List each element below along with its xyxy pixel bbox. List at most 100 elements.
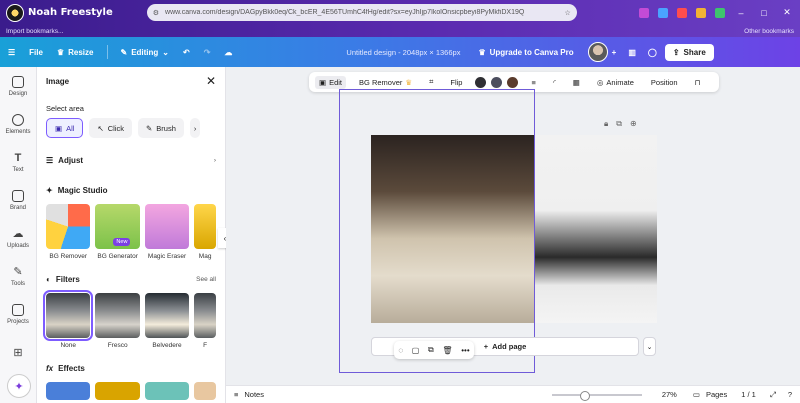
share-label: Share <box>683 47 706 57</box>
close-window-icon[interactable]: ✕ <box>780 7 794 18</box>
redo-button[interactable]: ↷ <box>204 48 211 57</box>
rail-item-apps[interactable]: ⊞ <box>0 333 36 371</box>
menu-icon[interactable]: ☰ <box>8 48 15 57</box>
magic-more-tool[interactable] <box>194 204 216 249</box>
bg-remover-button[interactable]: BG Remover ♛ <box>355 76 416 89</box>
delete-icon[interactable]: 🗑︎ <box>442 346 452 355</box>
editing-mode-button[interactable]: ✎ Editing ⌄ <box>120 48 169 57</box>
comments-icon[interactable]: ◯ <box>648 48 657 57</box>
rail-item-tools[interactable]: ✎ Tools <box>0 257 36 295</box>
photo-woman[interactable] <box>534 135 657 323</box>
bg-remover-tool[interactable] <box>46 204 91 249</box>
bg-generator-tool[interactable]: New <box>95 204 140 249</box>
rail-item-design[interactable]: Design <box>0 67 36 105</box>
select-brush-chip[interactable]: ✎ Brush <box>137 118 184 138</box>
add-page-icon[interactable]: ⊕ <box>630 119 637 129</box>
crown-icon: ♛ <box>478 47 486 57</box>
filter-belvedere[interactable] <box>144 293 190 338</box>
effect-thumb[interactable] <box>194 382 216 400</box>
site-info-icon[interactable]: ⚙ <box>153 9 159 17</box>
extension-icon[interactable] <box>639 7 649 18</box>
add-page-options[interactable]: ⌄ <box>643 337 656 356</box>
help-icon[interactable]: ? <box>788 390 792 399</box>
design-title[interactable]: Untitled design - 2048px × 1366px <box>346 48 460 57</box>
panel-title: Image <box>46 76 70 86</box>
see-all-link[interactable]: See all <box>196 276 216 283</box>
fullscreen-icon[interactable]: ⤢ <box>770 390 776 400</box>
rail-item-projects[interactable]: Projects <box>0 295 36 333</box>
magic-eraser-tool[interactable] <box>144 204 190 249</box>
zoom-level[interactable]: 27% <box>662 390 677 399</box>
checker-icon: ▦ <box>572 77 580 87</box>
more-icon[interactable]: ••• <box>461 346 469 355</box>
animate-button[interactable]: ◎ Animate <box>593 76 638 89</box>
flip-button[interactable]: Flip <box>446 76 466 89</box>
lock-icon[interactable]: 🔒︎ <box>604 119 608 129</box>
filter-more[interactable] <box>194 293 216 338</box>
effect-thumb[interactable] <box>95 382 140 400</box>
profile-logo-icon <box>6 3 24 22</box>
filter-fresco[interactable] <box>95 293 140 338</box>
extension-icon[interactable] <box>677 7 687 18</box>
bookmark-star-icon[interactable]: ☆ <box>564 9 570 17</box>
rail-label: Brand <box>9 204 26 211</box>
paint-format-button[interactable]: ⊓ <box>691 76 705 89</box>
cloud-save-icon[interactable]: ☁ <box>224 48 232 57</box>
zoom-slider[interactable] <box>551 390 642 401</box>
address-bar[interactable]: ⚙ www.canva.com/design/DAGpyBkk0eq/Ck_bc… <box>146 4 577 21</box>
rail-item-uploads[interactable]: ☁ Uploads <box>0 219 36 257</box>
rail-label: Design <box>8 90 28 97</box>
avatar[interactable] <box>587 42 608 62</box>
lock-icon[interactable]: ▢ <box>412 346 420 355</box>
transparency-button[interactable]: ▦ <box>569 76 584 89</box>
crop-button[interactable]: ⌗ <box>425 75 437 89</box>
other-bookmarks-link[interactable]: Other bookmarks <box>744 28 794 35</box>
magic-studio-section: ✦ Magic Studio <box>37 179 225 201</box>
tool-label: Mag <box>198 253 212 260</box>
effect-thumb[interactable] <box>144 382 190 400</box>
insights-icon[interactable]: ▥ <box>628 48 636 57</box>
adjust-section[interactable]: ☰ Adjust › <box>37 149 225 171</box>
bg-remover-label: BG Remover <box>359 77 403 87</box>
import-bookmarks-link[interactable]: Import bookmarks... <box>6 28 63 35</box>
comment-icon[interactable]: ◌ <box>398 346 403 355</box>
duplicate-icon[interactable]: ⧉ <box>428 345 434 355</box>
magic-sparkle-button[interactable]: ✦ <box>7 374 31 398</box>
selection-frame[interactable] <box>339 89 535 373</box>
rail-item-elements[interactable]: Elements <box>0 105 36 143</box>
color-swatch[interactable] <box>507 76 519 88</box>
upgrade-button[interactable]: ♛ Upgrade to Canva Pro <box>478 48 573 57</box>
corner-rounding-button[interactable]: ◜ <box>549 76 560 89</box>
section-label: Filters <box>55 274 80 284</box>
corner-icon: ◜ <box>552 77 556 87</box>
rail-item-brand[interactable]: Brand <box>0 181 36 219</box>
resize-button[interactable]: ♛ Resize <box>57 48 94 57</box>
filter-none[interactable] <box>42 290 94 341</box>
color-swatch[interactable] <box>475 76 487 88</box>
share-button[interactable]: ⇪ Share <box>664 43 714 61</box>
duplicate-page-icon[interactable]: ⧉ <box>616 119 622 129</box>
file-menu[interactable]: File <box>29 48 43 57</box>
chip-label: Click <box>107 123 124 133</box>
close-icon[interactable]: ✕ <box>206 74 216 88</box>
rail-item-text[interactable]: T Text <box>0 143 36 181</box>
select-click-chip[interactable]: ↖ Click <box>89 118 132 138</box>
position-button[interactable]: Position <box>647 76 682 89</box>
notes-button[interactable]: Notes <box>244 390 264 399</box>
edit-image-button[interactable]: ▣ Edit <box>315 75 347 89</box>
pages-button[interactable]: Pages <box>706 390 727 399</box>
more-modes-chip[interactable]: › <box>189 118 201 138</box>
effect-thumb[interactable] <box>46 382 91 400</box>
add-collaborator-icon[interactable]: + <box>612 48 617 57</box>
extension-icon[interactable] <box>658 7 668 18</box>
border-style-button[interactable]: ≡ <box>527 76 539 89</box>
browser-profile[interactable]: Noah Freestyle <box>6 3 113 22</box>
color-swatch[interactable] <box>491 76 503 88</box>
minimize-icon[interactable]: – <box>734 8 748 18</box>
extension-icon[interactable] <box>696 7 706 18</box>
undo-button[interactable]: ↶ <box>183 48 190 57</box>
chip-label: Brush <box>156 123 176 133</box>
extension-icon[interactable] <box>715 7 725 18</box>
maximize-icon[interactable]: □ <box>757 8 771 18</box>
select-all-chip[interactable]: ▣ All <box>46 118 84 138</box>
